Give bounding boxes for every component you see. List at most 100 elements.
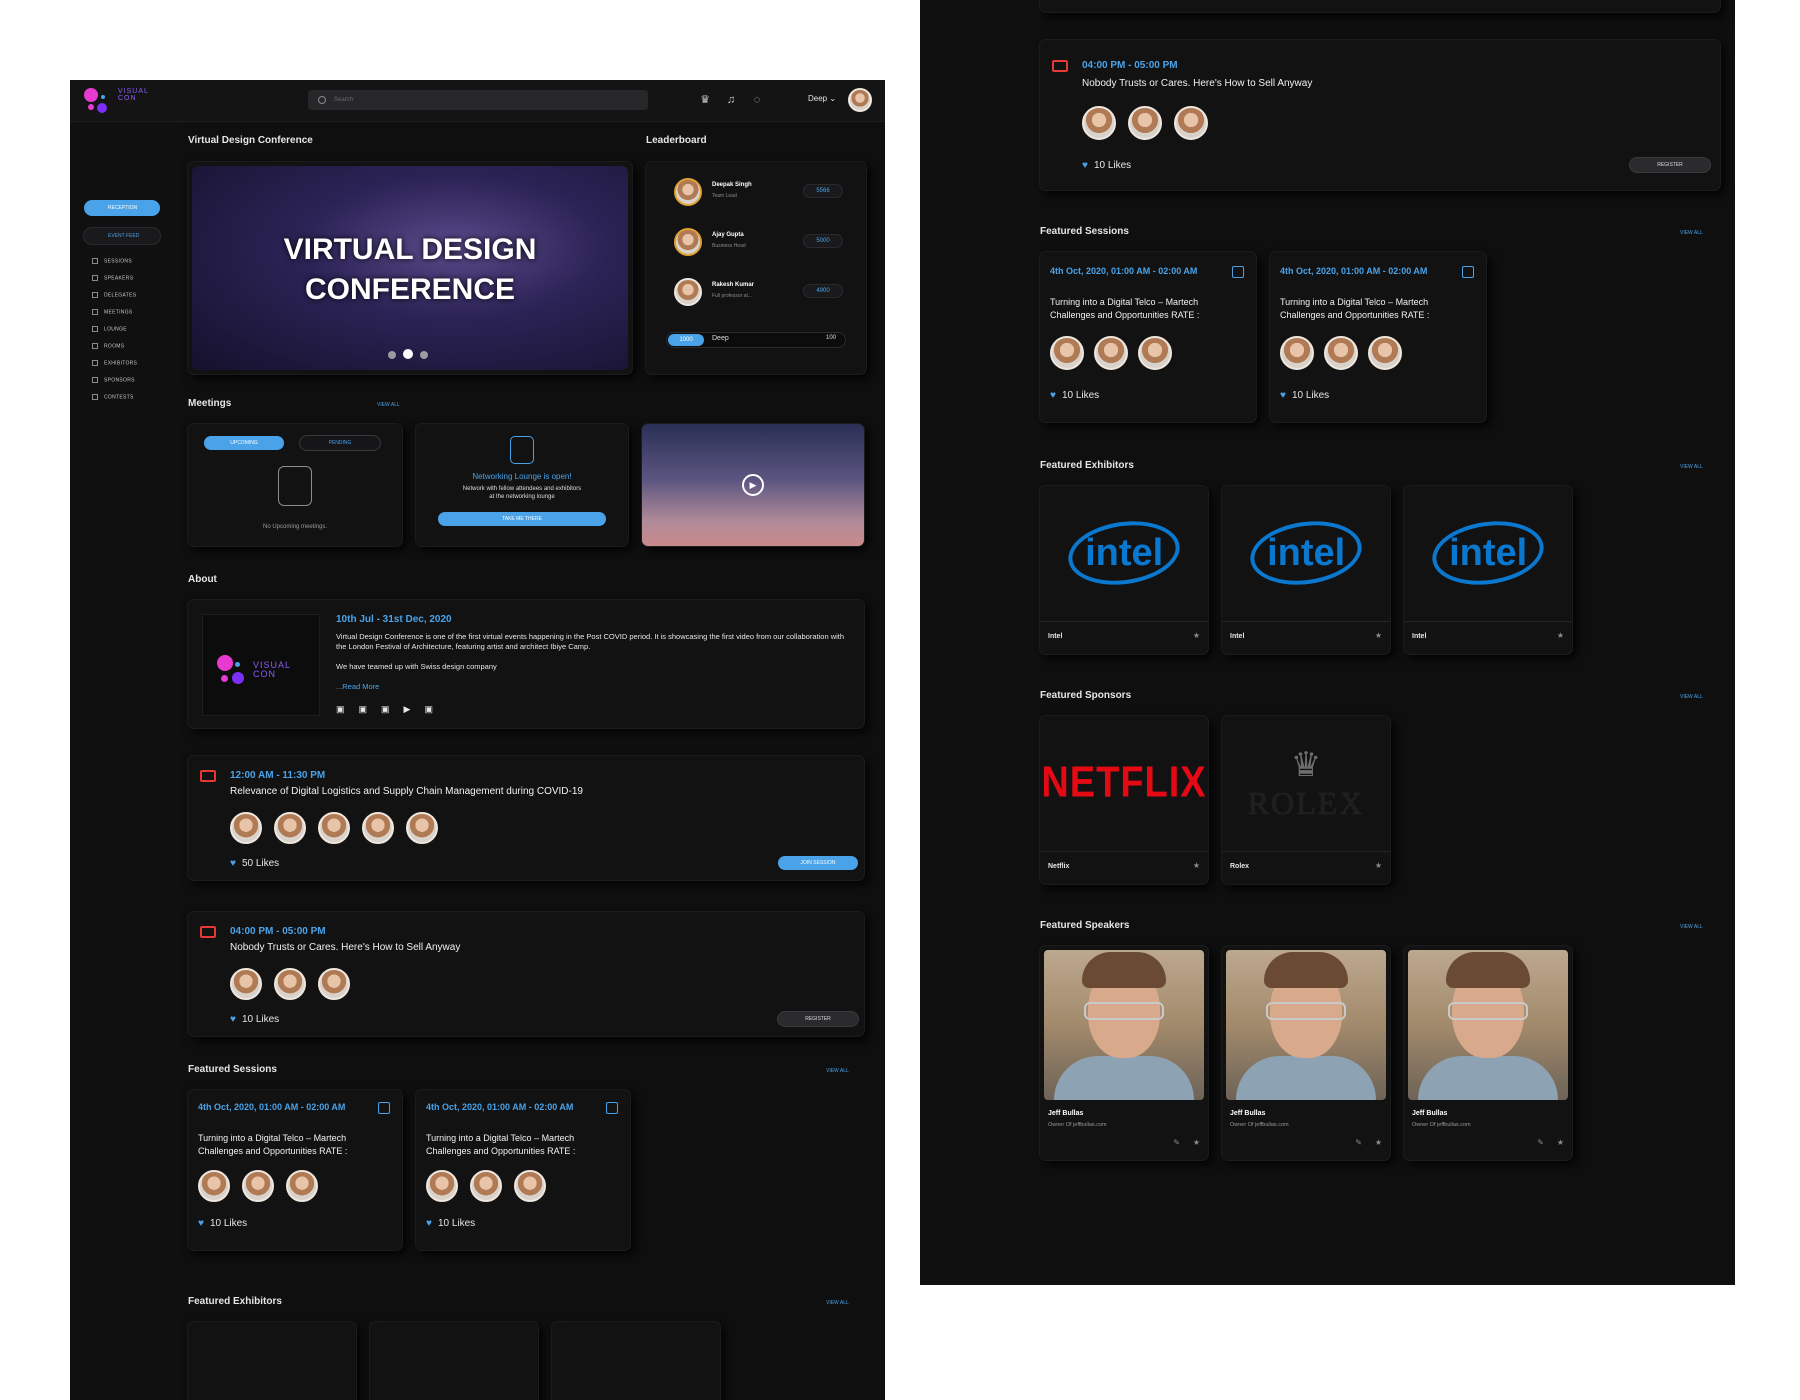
calendar-check-icon[interactable] xyxy=(378,1102,390,1114)
star-icon[interactable]: ★ xyxy=(1557,1138,1564,1147)
lounge-card: Networking Lounge is open! Network with … xyxy=(416,424,628,546)
calendar-check-icon[interactable] xyxy=(1232,266,1244,278)
linkedin-icon[interactable]: ▣ xyxy=(336,704,359,714)
sidebar-item-sessions[interactable]: SESSIONS xyxy=(92,258,132,264)
sidebar-item-event-feed[interactable]: EVENT FEED xyxy=(84,228,160,244)
featured-exhibitors-view-all[interactable]: VIEW ALL xyxy=(1680,464,1703,470)
sidebar-item-rooms[interactable]: ROOMS xyxy=(92,343,124,349)
search-placeholder: Search xyxy=(334,97,354,103)
speaker-card[interactable]: Jeff Bullas Owner Of jeffbullas.com ✎ ★ xyxy=(1040,946,1208,1160)
user-menu[interactable]: Deep ⌄ xyxy=(808,94,836,103)
star-icon[interactable]: ★ xyxy=(1375,861,1382,870)
sidebar-item-speakers[interactable]: SPEAKERS xyxy=(92,275,133,281)
exhibitor-name: Intel xyxy=(1230,633,1245,640)
sessions-icon xyxy=(92,258,98,264)
star-icon[interactable]: ★ xyxy=(1193,631,1200,640)
heart-icon[interactable]: ♥ xyxy=(426,1218,432,1229)
star-icon[interactable]: ★ xyxy=(1193,861,1200,870)
user-avatar[interactable] xyxy=(848,88,872,112)
register-button[interactable]: REGISTER xyxy=(778,1012,858,1026)
star-icon[interactable]: ★ xyxy=(1193,1138,1200,1147)
sidebar-item-lounge[interactable]: LOUNGE xyxy=(92,326,127,332)
sidebar-item-meetings[interactable]: MEETINGS xyxy=(92,309,133,315)
avatar xyxy=(242,1170,274,1202)
heart-icon[interactable]: ♥ xyxy=(230,858,236,869)
featured-speakers-view-all[interactable]: VIEW ALL xyxy=(1680,924,1703,930)
sponsor-card[interactable]: NETFLIX Netflix ★ xyxy=(1040,716,1208,884)
heart-icon[interactable]: ♥ xyxy=(1280,390,1286,401)
featured-sessions-title: Featured Sessions xyxy=(188,1064,277,1075)
tumblr-icon[interactable]: ▣ xyxy=(359,704,382,714)
avatar xyxy=(674,278,702,306)
featured-session-card[interactable]: 4th Oct, 2020, 01:00 AM - 02:00 AM Turni… xyxy=(188,1090,402,1250)
carousel-dots[interactable] xyxy=(388,346,435,364)
calendar-check-icon[interactable] xyxy=(606,1102,618,1114)
featured-session-card[interactable]: 4th Oct, 2020, 01:00 AM - 02:00 AM Turni… xyxy=(1040,252,1256,422)
leader-role: Team Lead xyxy=(712,193,737,199)
linkedin-icon[interactable]: ▣ xyxy=(424,704,447,714)
play-icon[interactable]: ▶ xyxy=(742,474,764,496)
heart-icon[interactable]: ♥ xyxy=(1082,160,1088,171)
session-title: Relevance of Digital Logistics and Suppl… xyxy=(230,786,583,797)
search-input[interactable]: Search xyxy=(308,90,648,110)
read-more-link[interactable]: ...Read More xyxy=(336,682,379,691)
intel-logo: intel xyxy=(1040,486,1208,620)
featured-session-card[interactable]: 4th Oct, 2020, 01:00 AM - 02:00 AM Turni… xyxy=(416,1090,630,1250)
featured-exhibitors-view-all[interactable]: VIEW ALL xyxy=(826,1300,849,1306)
video-card[interactable]: ▶ xyxy=(642,424,864,546)
sponsor-card[interactable]: ♛ ROLEX Rolex ★ xyxy=(1222,716,1390,884)
featured-session-likes: ♥ 10 Likes xyxy=(198,1218,248,1229)
star-icon[interactable]: ★ xyxy=(1557,631,1564,640)
session-card-partial xyxy=(1040,0,1720,12)
take-me-there-button[interactable]: TAKE ME THERE xyxy=(438,512,606,526)
exhibitor-card[interactable]: intel Intel ★ xyxy=(1040,486,1208,654)
exhibitor-card[interactable] xyxy=(188,1322,356,1400)
register-button[interactable]: REGISTER xyxy=(1630,158,1710,172)
heart-icon[interactable]: ♥ xyxy=(230,1014,236,1025)
sidebar-item-reception[interactable]: RECEPTION xyxy=(84,200,160,216)
bell-icon[interactable]: ♫ xyxy=(724,93,738,107)
edit-icon[interactable]: ✎ xyxy=(1173,1138,1180,1147)
avatar xyxy=(426,1170,458,1202)
exhibitor-card[interactable]: intel Intel ★ xyxy=(1404,486,1572,654)
star-icon[interactable]: ★ xyxy=(1375,1138,1382,1147)
right-content: 04:00 PM - 05:00 PM Nobody Trusts or Car… xyxy=(1040,0,1735,1285)
speaker-card[interactable]: Jeff Bullas Owner Of jeffbullas.com ✎ ★ xyxy=(1222,946,1390,1160)
rolex-logo: ♛ ROLEX xyxy=(1247,745,1365,821)
conference-banner[interactable]: VIRTUAL DESIGN CONFERENCE xyxy=(192,166,628,370)
chat-icon[interactable]: ◌ xyxy=(750,93,764,107)
sidebar-item-sponsors[interactable]: SPONSORS xyxy=(92,377,135,383)
facebook-icon[interactable]: ▣ xyxy=(381,704,404,714)
exhibitor-card[interactable] xyxy=(552,1322,720,1400)
tab-pending[interactable]: PENDING xyxy=(300,436,380,450)
my-score: 1000 xyxy=(668,334,704,346)
sidebar-item-label: EXHIBITORS xyxy=(104,360,138,367)
featured-sponsors-view-all[interactable]: VIEW ALL xyxy=(1680,694,1703,700)
meetings-view-all[interactable]: VIEW ALL xyxy=(377,402,400,408)
exhibitor-card[interactable] xyxy=(370,1322,538,1400)
featured-sessions-view-all[interactable]: VIEW ALL xyxy=(1680,230,1703,236)
heart-icon[interactable]: ♥ xyxy=(1050,390,1056,401)
featured-session-date: 4th Oct, 2020, 01:00 AM - 02:00 AM xyxy=(198,1102,346,1112)
star-icon[interactable]: ★ xyxy=(1375,631,1382,640)
edit-icon[interactable]: ✎ xyxy=(1537,1138,1544,1147)
sidebar-item-exhibitors[interactable]: EXHIBITORS xyxy=(92,360,137,366)
sidebar-item-contests[interactable]: CONTESTS xyxy=(92,394,134,400)
featured-sessions-view-all[interactable]: VIEW ALL xyxy=(826,1068,849,1074)
visual-con-logo[interactable]: VISUAL CON xyxy=(84,86,164,118)
heart-icon[interactable]: ♥ xyxy=(198,1218,204,1229)
exhibitor-card[interactable]: intel Intel ★ xyxy=(1222,486,1390,654)
trophy-icon[interactable]: ♛ xyxy=(698,93,712,107)
tab-upcoming[interactable]: UPCOMING xyxy=(204,436,284,450)
sidebar-item-delegates[interactable]: DELEGATES xyxy=(92,292,136,298)
featured-session-subtitle: Challenges and Opportunities RATE : xyxy=(1280,310,1430,320)
calendar-check-icon[interactable] xyxy=(1462,266,1474,278)
session-card: 04:00 PM - 05:00 PM Nobody Trusts or Car… xyxy=(1040,40,1720,190)
speaker-card[interactable]: Jeff Bullas Owner Of jeffbullas.com ✎ ★ xyxy=(1404,946,1572,1160)
featured-session-card[interactable]: 4th Oct, 2020, 01:00 AM - 02:00 AM Turni… xyxy=(1270,252,1486,422)
featured-session-subtitle: Challenges and Opportunities RATE : xyxy=(1050,310,1200,320)
youtube-icon[interactable]: ▶ xyxy=(404,704,425,714)
join-session-button[interactable]: JOIN SESSION xyxy=(778,856,858,870)
edit-icon[interactable]: ✎ xyxy=(1355,1138,1362,1147)
featured-speakers-title: Featured Speakers xyxy=(1040,920,1130,931)
